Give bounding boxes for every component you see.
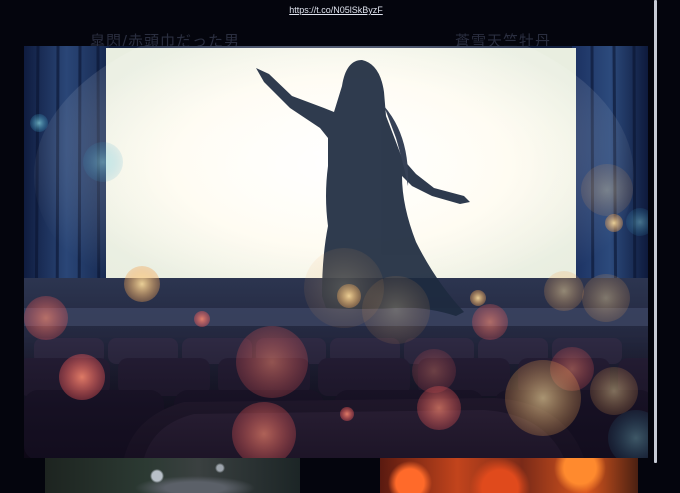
background-thumbnail-left[interactable] [45, 458, 300, 493]
theater-scene-image [24, 46, 648, 458]
tweet-link[interactable]: https://t.co/N05lSkByzF [0, 5, 672, 15]
lightbox-photo[interactable] [24, 46, 648, 458]
background-thumbnail-right[interactable] [380, 458, 638, 493]
scrollbar[interactable] [654, 0, 657, 463]
